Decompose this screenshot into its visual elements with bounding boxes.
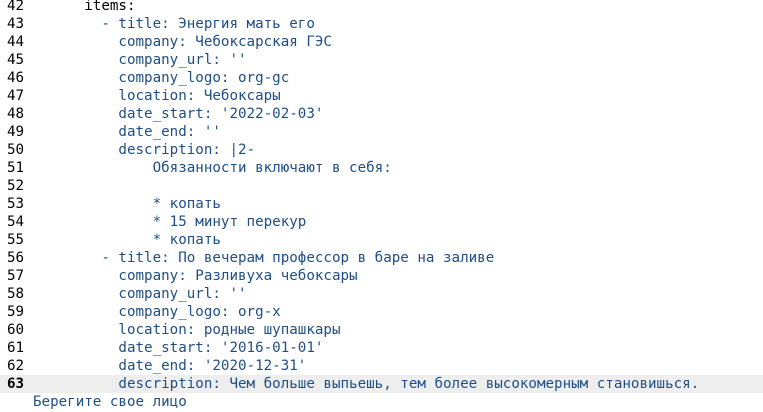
line-number: 55 (7, 232, 25, 248)
line-text: company: Разливуха чебоксары (33, 268, 358, 284)
line-number: 54 (7, 214, 25, 230)
line-number: 57 (7, 268, 25, 284)
line-text: description: Чем больше выпьешь, тем бол… (33, 376, 700, 392)
line-number: 59 (7, 304, 25, 320)
code-line[interactable]: 51 Обязанности включают в себя: (0, 159, 763, 177)
code-line[interactable]: 50 description: |2- (0, 141, 763, 159)
code-line[interactable]: 42 items: (0, 0, 763, 15)
line-number: 58 (7, 286, 25, 302)
line-text: location: Чебоксары (33, 88, 281, 104)
code-line[interactable]: 57 company: Разливуха чебоксары (0, 267, 763, 285)
line-text: * 15 минут перекур (33, 214, 307, 230)
line-number: 44 (7, 34, 25, 50)
wrapped-line-text: Берегите свое лицо (33, 394, 187, 410)
code-line[interactable]: 48 date_start: '2022-02-03' (0, 105, 763, 123)
line-text: date_start: '2022-02-03' (33, 106, 324, 122)
code-line[interactable]: 46 company_logo: org-gc (0, 69, 763, 87)
code-line[interactable]: 49 date_end: '' (0, 123, 763, 141)
code-line[interactable]: 55 * копать (0, 231, 763, 249)
code-line[interactable]: 53 * копать (0, 195, 763, 213)
line-number: 50 (7, 142, 25, 158)
line-number: 48 (7, 106, 25, 122)
code-line[interactable]: Берегите свое лицо (0, 393, 763, 411)
line-number: 51 (7, 160, 25, 176)
line-text: * копать (33, 196, 221, 212)
line-text: company_logo: org-gc (33, 70, 290, 86)
line-text: company: Чебоксарская ГЭС (33, 34, 332, 50)
line-number: 46 (7, 70, 25, 86)
line-text: items: (33, 0, 136, 14)
code-line[interactable]: 61 date_start: '2016-01-01' (0, 339, 763, 357)
code-line[interactable]: 43 - title: Энергия мать его (0, 15, 763, 33)
code-line[interactable]: 58 company_url: '' (0, 285, 763, 303)
line-text: Обязанности включают в себя: (33, 160, 392, 176)
code-line[interactable]: 52 (0, 177, 763, 195)
line-text: * копать (33, 232, 221, 248)
line-text: company_url: '' (33, 52, 247, 68)
line-text: date_start: '2016-01-01' (33, 340, 324, 356)
line-number: 47 (7, 88, 25, 104)
line-number: 53 (7, 196, 25, 212)
line-text: - title: По вечерам профессор в баре на … (33, 250, 495, 266)
line-number: 43 (7, 16, 25, 32)
code-line[interactable]: 59 company_logo: org-x (0, 303, 763, 321)
line-number: 63 (7, 376, 25, 392)
line-number: 60 (7, 322, 25, 338)
line-number: 62 (7, 358, 25, 374)
line-text: date_end: '' (33, 124, 221, 140)
code-line[interactable]: 54 * 15 минут перекур (0, 213, 763, 231)
current-code-line[interactable]: 63 description: Чем больше выпьешь, тем … (0, 375, 763, 393)
line-number: 49 (7, 124, 25, 140)
line-text: - title: Энергия мать его (33, 16, 315, 32)
line-text: date_end: '2020-12-31' (33, 358, 307, 374)
code-line[interactable]: 45 company_url: '' (0, 51, 763, 69)
code-lines: 42 items: 43 - title: Энергия мать его 44 … (0, 0, 763, 411)
line-number: 56 (7, 250, 25, 266)
line-number: 61 (7, 340, 25, 356)
code-line[interactable]: 62 date_end: '2020-12-31' (0, 357, 763, 375)
code-line[interactable]: 60 location: родные шупашкары (0, 321, 763, 339)
code-line[interactable]: 47 location: Чебоксары (0, 87, 763, 105)
code-line[interactable]: 44 company: Чебоксарская ГЭС (0, 33, 763, 51)
line-text: company_logo: org-x (33, 304, 281, 320)
line-text: description: |2- (33, 142, 256, 158)
line-text: location: родные шупашкары (33, 322, 341, 338)
line-text: company_url: '' (33, 286, 247, 302)
line-number: 52 (7, 178, 25, 194)
line-number: 45 (7, 52, 25, 68)
line-number: 42 (7, 0, 25, 14)
code-editor[interactable]: 42 items: 43 - title: Энергия мать его 44 … (0, 0, 763, 412)
code-line[interactable]: 56 - title: По вечерам профессор в баре … (0, 249, 763, 267)
